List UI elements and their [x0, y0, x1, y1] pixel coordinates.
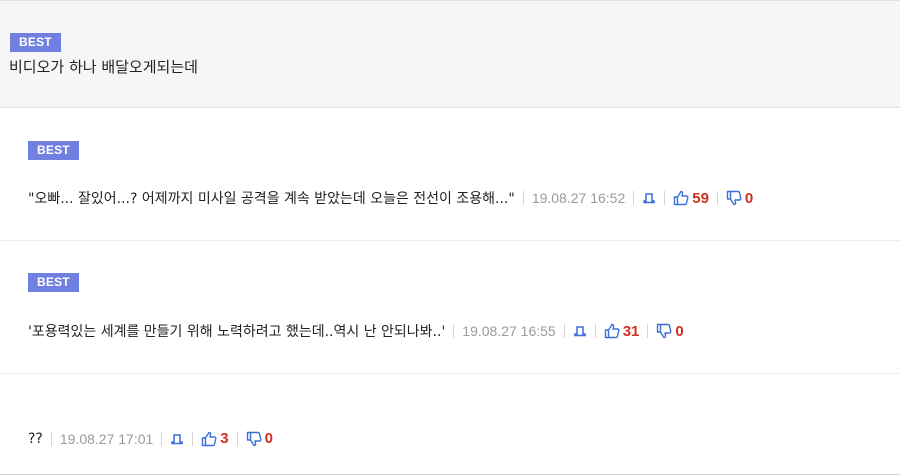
reply-item: BEST '포용력있는 세계를 만들기 위해 노력하려고 했는데..역시 난 안… [0, 241, 900, 374]
top-comment: BEST 비디오가 하나 배달오게되는데 [0, 0, 900, 108]
upvote-button[interactable]: 59 [673, 190, 709, 207]
downvote-count: 0 [675, 322, 684, 340]
reply-date: 19.08.27 17:01 [59, 430, 154, 447]
thumbs-up-icon [604, 323, 620, 339]
divider [664, 191, 666, 205]
reply-date: 19.08.27 16:55 [462, 323, 556, 339]
divider [716, 191, 718, 205]
upvote-count: 59 [692, 189, 709, 207]
thumbs-down-icon [726, 190, 742, 206]
thumbs-down-icon [246, 431, 262, 447]
upvote-button[interactable]: 31 [604, 322, 640, 340]
reply-date: 19.08.27 16:52 [531, 190, 626, 206]
reply-text: ?? [28, 430, 43, 447]
divider [563, 324, 565, 338]
downvote-button[interactable]: 0 [246, 430, 273, 447]
bell-icon[interactable] [573, 324, 587, 338]
divider [453, 324, 455, 338]
best-badge: BEST [28, 273, 79, 292]
upvote-count: 31 [622, 322, 640, 340]
bell-icon[interactable] [642, 191, 656, 205]
thumbs-up-icon [673, 190, 689, 206]
upvote-button[interactable]: 3 [201, 430, 229, 447]
best-badge: BEST [28, 141, 79, 160]
thumbs-up-icon [201, 431, 217, 447]
downvote-count: 0 [744, 189, 754, 207]
thumbs-down-icon [656, 323, 672, 339]
reply-text: "오빠... 잘있어...? 어제까지 미사일 공격을 계속 받았는데 오늘은 … [28, 191, 515, 207]
downvote-button[interactable]: 0 [726, 190, 753, 207]
divider [633, 191, 635, 205]
reply-item: BEST "오빠... 잘있어...? 어제까지 미사일 공격을 계속 받았는데… [0, 108, 900, 241]
divider [236, 431, 238, 446]
reply-text: '포용력있는 세계를 만들기 위해 노력하려고 했는데..역시 난 안되나봐..… [28, 324, 446, 340]
divider [522, 191, 524, 205]
divider [50, 431, 52, 446]
divider [192, 431, 194, 446]
downvote-button[interactable]: 0 [656, 322, 684, 340]
reply-item: ?? 19.08.27 17:01 3 0 [0, 374, 900, 475]
divider [594, 324, 596, 338]
divider [161, 431, 163, 446]
comment-text: 비디오가 하나 배달오게되는데 [9, 58, 198, 76]
bell-icon[interactable] [170, 432, 184, 446]
divider [647, 324, 649, 338]
upvote-count: 3 [220, 430, 229, 447]
downvote-count: 0 [264, 430, 273, 447]
best-badge: BEST [10, 33, 61, 52]
